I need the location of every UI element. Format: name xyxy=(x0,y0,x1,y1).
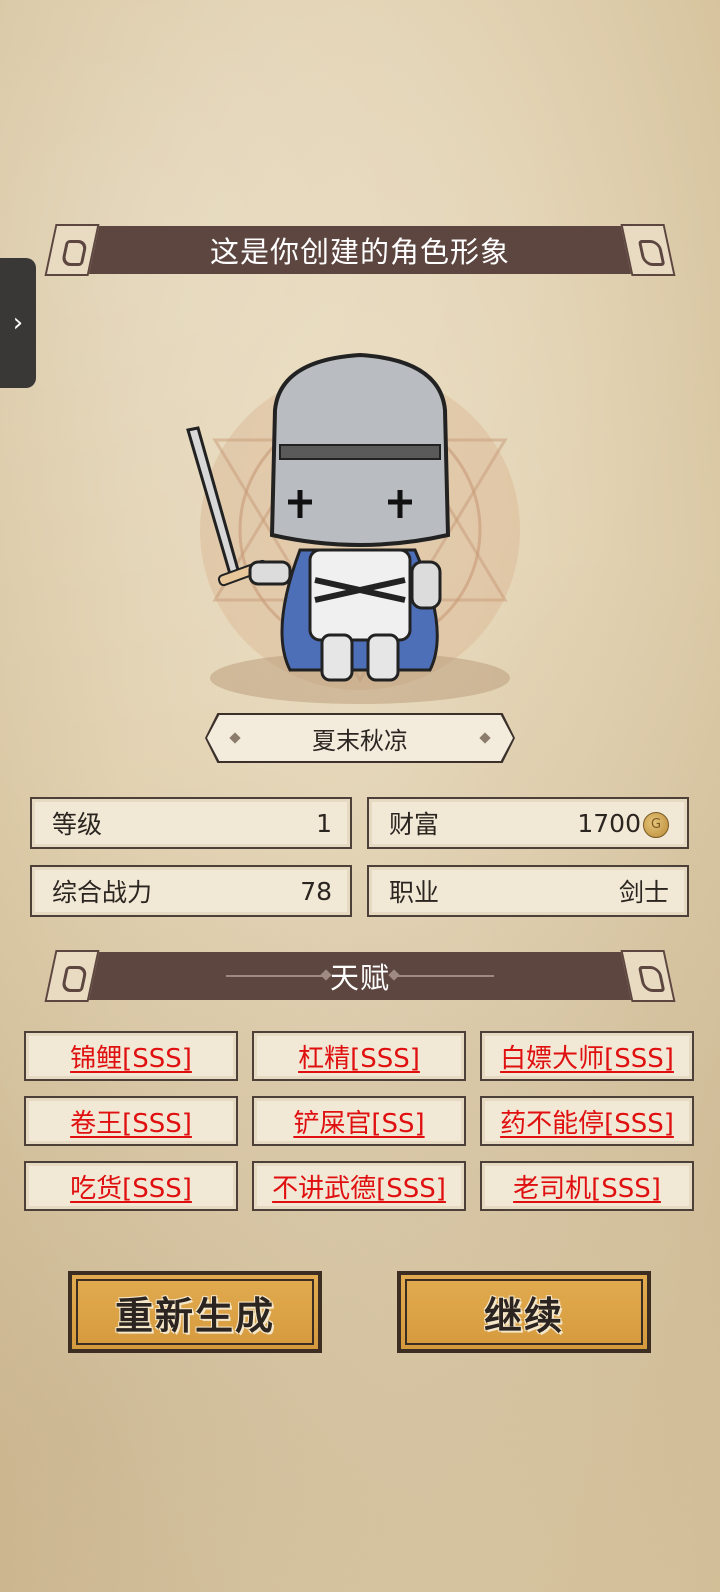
character-name: 夏末秋凉 xyxy=(312,726,408,755)
talents-title: 天赋 xyxy=(329,961,390,995)
gold-coin-icon: G xyxy=(643,811,669,838)
stat-wealth: 财富 1700 G xyxy=(367,797,689,849)
talent-item[interactable]: 老司机[SSS] xyxy=(480,1161,694,1211)
talent-item[interactable]: 锦鲤[SSS] xyxy=(24,1031,238,1081)
page-title: 这是你创建的角色形象 xyxy=(209,235,510,269)
talent-item[interactable]: 卷王[SSS] xyxy=(24,1096,238,1146)
stat-value: 1 xyxy=(316,808,332,838)
stat-label: 等级 xyxy=(52,810,103,839)
talent-item[interactable]: 吃货[SSS] xyxy=(24,1161,238,1211)
talent-item[interactable]: 铲屎官[SS] xyxy=(252,1096,466,1146)
talent-item[interactable]: 不讲武德[SSS] xyxy=(252,1161,466,1211)
stat-level: 等级 1 xyxy=(30,797,352,849)
stat-value: 剑士 xyxy=(618,878,669,907)
regenerate-button[interactable]: 重新生成 xyxy=(68,1271,322,1353)
continue-button[interactable]: 继续 xyxy=(397,1271,651,1353)
header-banner: 这是你创建的角色形象 xyxy=(44,224,676,276)
side-drawer-handle[interactable]: › xyxy=(0,258,36,388)
stat-power: 综合战力 78 xyxy=(30,865,352,917)
stat-label: 职业 xyxy=(389,878,440,907)
character-nameplate: 夏末秋凉 xyxy=(207,715,513,761)
chevron-right-icon: › xyxy=(12,308,24,338)
talent-item[interactable]: 白嫖大师[SSS] xyxy=(480,1031,694,1081)
talent-item[interactable]: 杠精[SSS] xyxy=(252,1031,466,1081)
character-portrait xyxy=(150,300,570,720)
talent-item[interactable]: 药不能停[SSS] xyxy=(480,1096,694,1146)
stat-label: 财富 xyxy=(389,810,440,839)
talents-banner: 天赋 xyxy=(44,950,676,1002)
stat-class: 职业 剑士 xyxy=(367,865,689,917)
stat-label: 综合战力 xyxy=(52,878,153,907)
stat-value: 78 xyxy=(300,876,332,906)
stat-value: 1700 xyxy=(577,808,641,838)
